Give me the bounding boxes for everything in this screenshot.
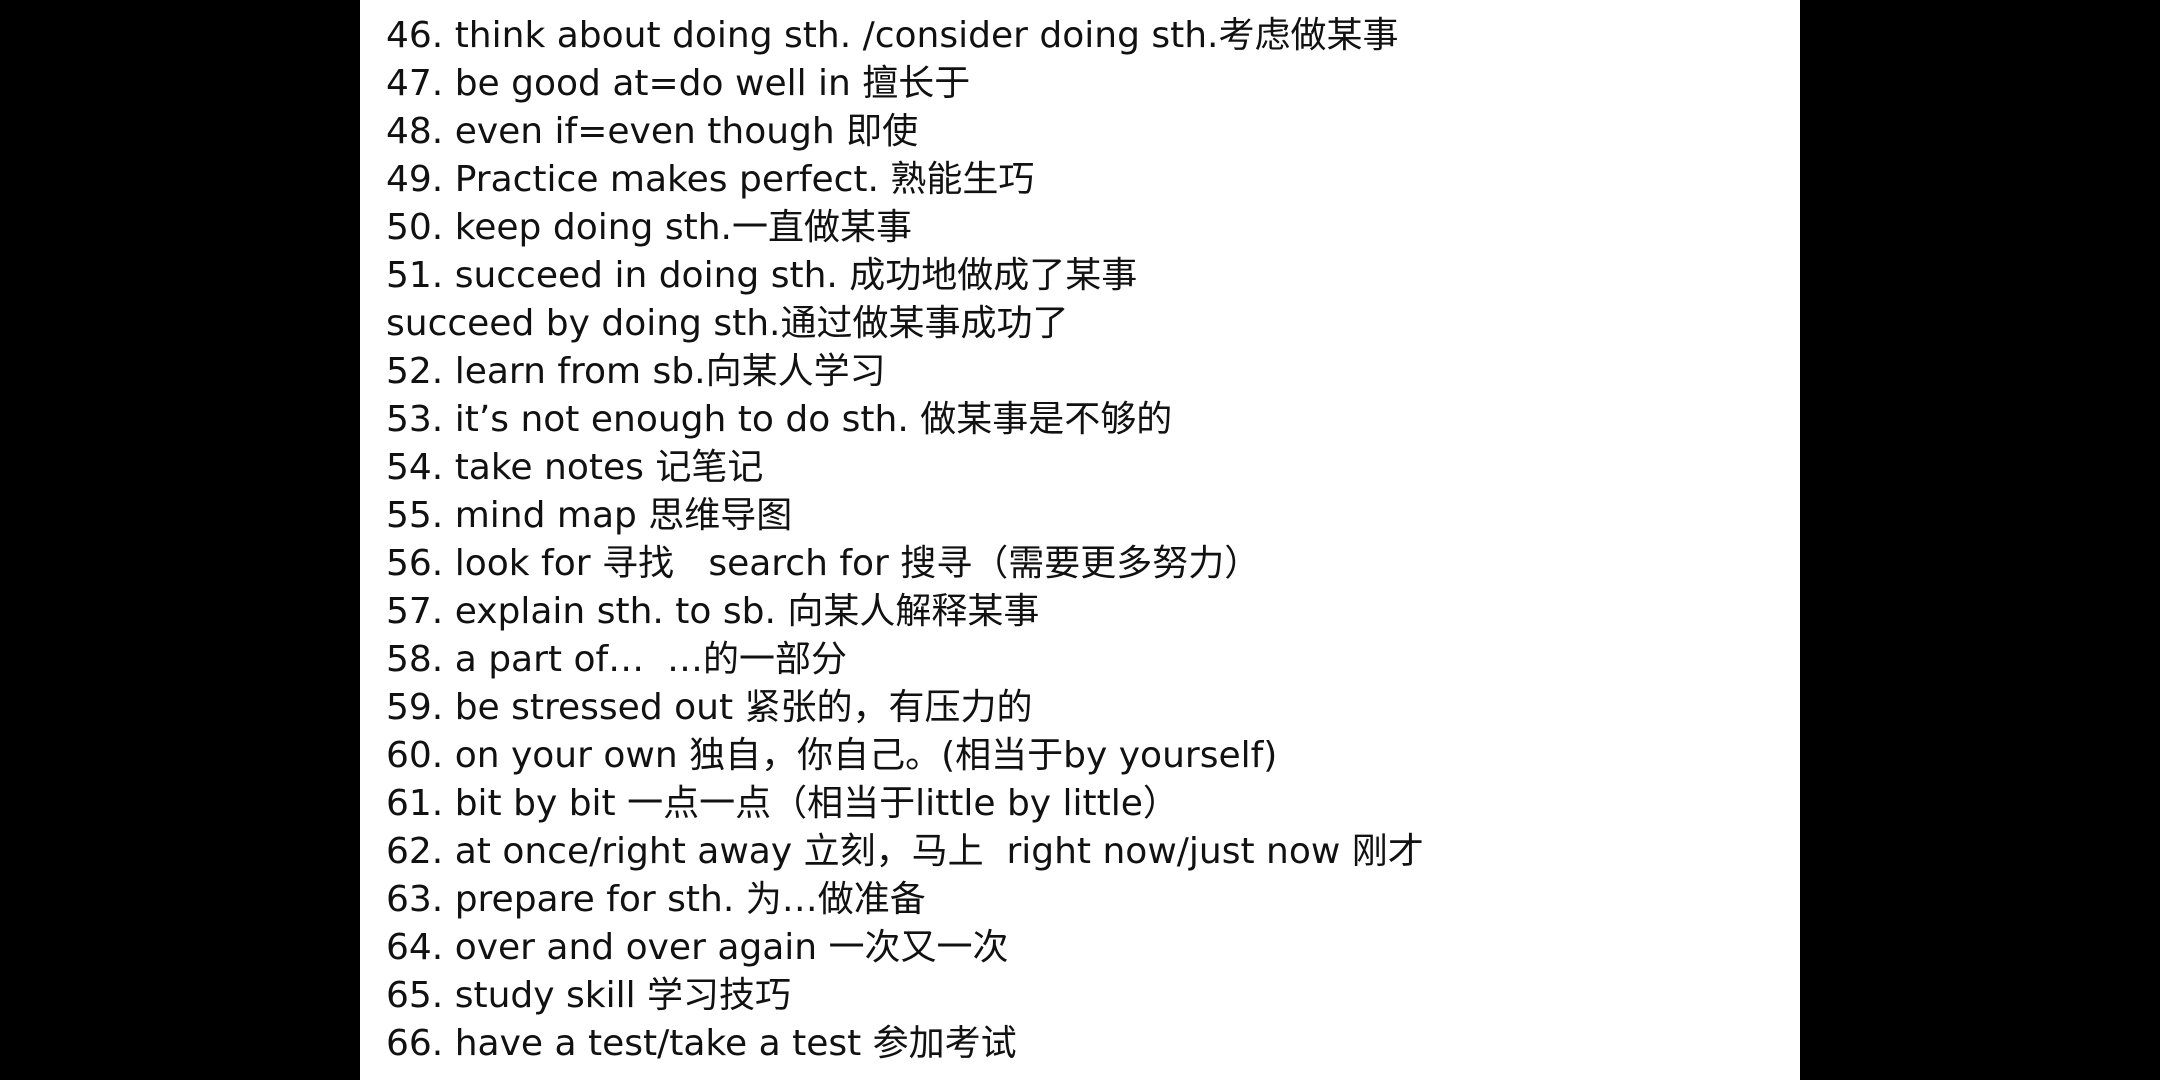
phrase-line: 63. prepare for sth. 为…做准备: [386, 879, 926, 920]
phrase-line: 61. bit by bit 一点一点（相当于little by little）: [386, 783, 1179, 824]
phrase-line: 64. over and over again 一次又一次: [386, 927, 1009, 968]
phrase-line: succeed by doing sth.通过做某事成功了: [386, 303, 1069, 344]
phrase-line: 57. explain sth. to sb. 向某人解释某事: [386, 591, 1040, 632]
phrase-line: 65. study skill 学习技巧: [386, 975, 792, 1016]
phrase-line: 58. a part of… …的一部分: [386, 639, 848, 680]
phrase-line: 55. mind map 思维导图: [386, 495, 793, 536]
phrase-line: 46. think about doing sth. /consider doi…: [386, 15, 1399, 56]
phrase-line: 60. on your own 独自，你自己。(相当于by yourself): [386, 735, 1278, 776]
phrase-line: 49. Practice makes perfect. 熟能生巧: [386, 159, 1035, 200]
phrase-line: 48. even if=even though 即使: [386, 111, 919, 152]
phrase-line: 54. take notes 记笔记: [386, 447, 764, 488]
phrase-line: 47. be good at=do well in 擅长于: [386, 63, 971, 104]
phrase-line: 56. look for 寻找 search for 搜寻（需要更多努力）: [386, 543, 1261, 584]
phrase-line: 51. succeed in doing sth. 成功地做成了某事: [386, 255, 1138, 296]
document-page: 46. think about doing sth. /consider doi…: [360, 0, 1800, 1080]
phrase-line: 53. it’s not enough to do sth. 做某事是不够的: [386, 399, 1173, 440]
phrase-line: 52. learn from sb.向某人学习: [386, 351, 886, 392]
phrase-line: 66. have a test/take a test 参加考试: [386, 1023, 1017, 1064]
phrase-line: 62. at once/right away 立刻，马上 right now/j…: [386, 831, 1424, 872]
phrase-line: 50. keep doing sth.一直做某事: [386, 207, 912, 248]
image-viewer: 46. think about doing sth. /consider doi…: [0, 0, 2160, 1080]
phrase-line: 59. be stressed out 紧张的，有压力的: [386, 687, 1033, 728]
phrase-list: 46. think about doing sth. /consider doi…: [386, 12, 1424, 1068]
